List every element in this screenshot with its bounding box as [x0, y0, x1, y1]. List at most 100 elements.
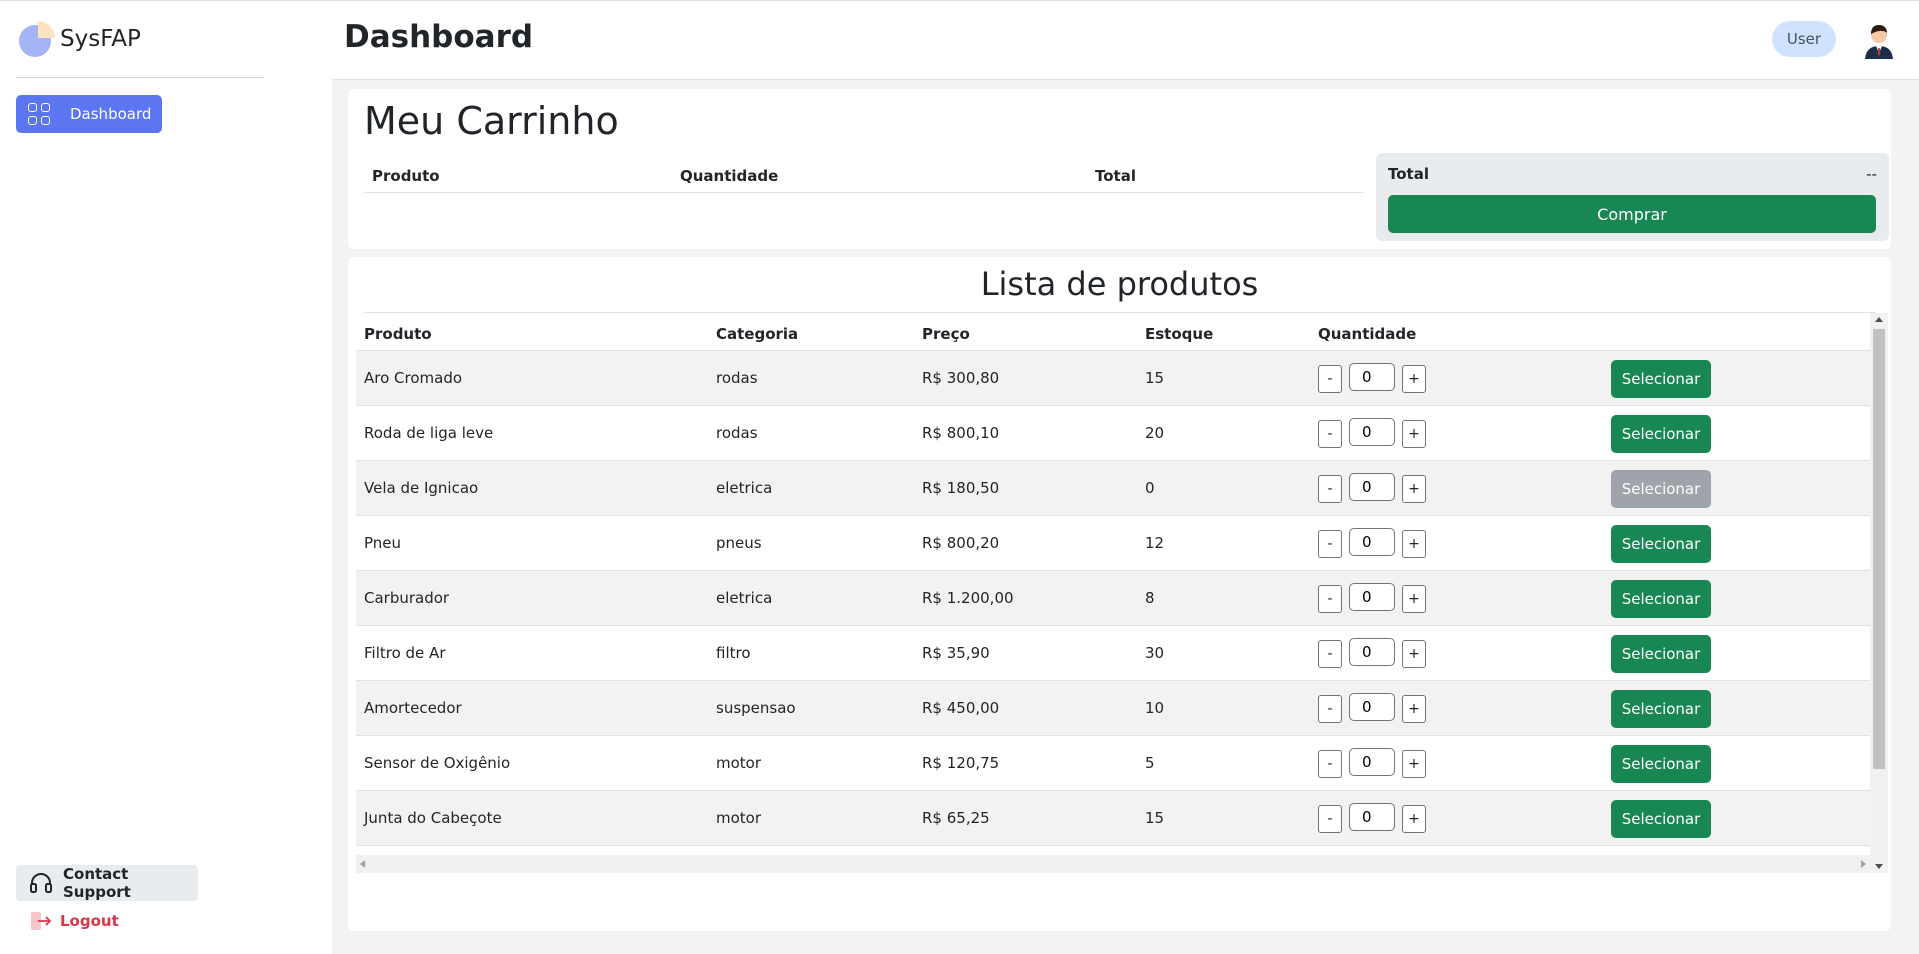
quantity-increment-button[interactable]: +: [1402, 365, 1426, 393]
logout-icon: [30, 911, 52, 931]
product-price: R$ 800,20: [922, 534, 1000, 552]
table-row: Carburador eletrica R$ 1.200,00 8 - + Selecion…: [356, 571, 1870, 626]
quantity-input[interactable]: [1349, 363, 1395, 391]
grid-icon: [28, 103, 50, 125]
product-price: R$ 800,10: [922, 424, 1000, 442]
quantity-increment-button[interactable]: +: [1402, 420, 1426, 448]
quantity-input[interactable]: [1349, 528, 1395, 556]
user-badge[interactable]: User: [1772, 21, 1836, 57]
table-row: -+Selecionar: [356, 846, 1870, 855]
quantity-increment-button[interactable]: +: [1402, 695, 1426, 723]
top-bar: Dashboard User: [332, 1, 1919, 80]
sidebar-item-dashboard[interactable]: Dashboard: [16, 95, 162, 133]
product-name: Amortecedor: [364, 699, 462, 717]
products-table-header: Produto Categoria Preço Estoque Quantida…: [356, 313, 1870, 351]
quantity-decrement-button[interactable]: -: [1318, 530, 1342, 558]
buy-button[interactable]: Comprar: [1388, 195, 1876, 233]
product-stock: 8: [1145, 589, 1155, 607]
horizontal-scrollbar[interactable]: [356, 855, 1870, 873]
table-row: Filtro de Ar filtro R$ 35,90 30 - + Selecionar: [356, 626, 1870, 681]
cart-column-quantity: Quantidade: [680, 167, 779, 185]
quantity-input[interactable]: [1349, 473, 1395, 501]
vertical-scrollbar[interactable]: [1870, 313, 1888, 873]
main-content: Dashboard User Meu Carrinho Produto Quan…: [332, 1, 1919, 954]
table-row: Roda de liga leve rodas R$ 800,10 20 - + Selec…: [356, 406, 1870, 461]
product-category: filtro: [716, 644, 751, 662]
quantity-increment-button[interactable]: +: [1402, 530, 1426, 558]
product-name: Aro Cromado: [364, 369, 463, 387]
scroll-right-icon[interactable]: [1861, 860, 1866, 868]
products-table-body[interactable]: Aro CromadorodasR$ 300,8015-+SelecionarR…: [356, 351, 1870, 855]
scrollbar-thumb[interactable]: [1873, 329, 1885, 769]
product-category: rodas: [716, 369, 758, 387]
product-category: motor: [716, 754, 762, 772]
products-card: Lista de produtos Produto Categoria Preç…: [348, 257, 1891, 931]
column-category: Categoria: [716, 325, 799, 343]
select-product-button[interactable]: Selecionar: [1611, 415, 1711, 453]
cart-title: Meu Carrinho: [364, 99, 619, 143]
scroll-left-icon[interactable]: [360, 860, 365, 868]
quantity-decrement-button[interactable]: -: [1318, 805, 1342, 833]
user-avatar-icon[interactable]: [1860, 21, 1898, 59]
table-row: Junta do Cabeçote motor R$ 65,25 15 - + Seleci…: [356, 791, 1870, 846]
quantity-input[interactable]: [1349, 418, 1395, 446]
quantity-decrement-button[interactable]: -: [1318, 640, 1342, 668]
quantity-increment-button[interactable]: +: [1402, 585, 1426, 613]
product-name: Sensor de Oxigênio: [364, 754, 511, 772]
product-stock: 12: [1145, 534, 1165, 552]
table-row: Aro Cromado rodas R$ 300,80 15 - + Selecionar: [356, 351, 1870, 406]
select-product-button[interactable]: Selecionar: [1611, 360, 1711, 398]
select-product-button[interactable]: Selecionar: [1611, 525, 1711, 563]
quantity-decrement-button[interactable]: -: [1318, 585, 1342, 613]
products-title: Lista de produtos: [364, 265, 1875, 313]
cart-table-header: Produto Quantidade Total: [364, 159, 1363, 193]
scroll-up-icon[interactable]: [1875, 317, 1883, 322]
quantity-increment-button[interactable]: +: [1402, 640, 1426, 668]
pie-chart-logo-icon: [16, 18, 58, 60]
product-stock: 5: [1145, 754, 1155, 772]
contact-support-button[interactable]: Contact Support: [16, 865, 198, 901]
product-price: R$ 120,75: [922, 754, 1000, 772]
table-row: Amortecedor suspensao R$ 450,00 10 - + Selecio…: [356, 681, 1870, 736]
quantity-input[interactable]: [1349, 583, 1395, 611]
quantity-increment-button[interactable]: +: [1402, 805, 1426, 833]
quantity-decrement-button[interactable]: -: [1318, 475, 1342, 503]
product-stock: 30: [1145, 644, 1165, 662]
product-category: eletrica: [716, 589, 773, 607]
products-table: Produto Categoria Preço Estoque Quantida…: [356, 313, 1891, 875]
quantity-input[interactable]: [1349, 693, 1395, 721]
quantity-decrement-button[interactable]: -: [1318, 750, 1342, 778]
select-product-button[interactable]: Selecionar: [1611, 745, 1711, 783]
quantity-decrement-button[interactable]: -: [1318, 365, 1342, 393]
select-product-button[interactable]: Selecionar: [1611, 580, 1711, 618]
product-name: Roda de liga leve: [364, 424, 494, 442]
headset-icon: [29, 872, 53, 894]
product-category: eletrica: [716, 479, 773, 497]
page-title: Dashboard: [344, 19, 534, 55]
product-price: R$ 450,00: [922, 699, 1000, 717]
quantity-input[interactable]: [1349, 748, 1395, 776]
quantity-input[interactable]: [1349, 803, 1395, 831]
scroll-down-icon[interactable]: [1875, 864, 1883, 869]
logout-button[interactable]: Logout: [30, 907, 119, 935]
quantity-input[interactable]: [1349, 638, 1395, 666]
quantity-increment-button[interactable]: +: [1402, 475, 1426, 503]
table-row: Vela de Ignicao eletrica R$ 180,50 0 - + Selec…: [356, 461, 1870, 516]
cart-summary: Total -- Comprar: [1376, 153, 1889, 241]
select-product-button[interactable]: Selecionar: [1611, 800, 1711, 838]
product-category: rodas: [716, 424, 758, 442]
quantity-decrement-button[interactable]: -: [1318, 695, 1342, 723]
sidebar-divider: [16, 77, 264, 78]
select-product-button[interactable]: Selecionar: [1611, 690, 1711, 728]
brand[interactable]: SysFAP: [16, 17, 141, 61]
summary-total-value: --: [1866, 165, 1877, 183]
product-name: Carburador: [364, 589, 450, 607]
select-product-button[interactable]: Selecionar: [1611, 635, 1711, 673]
quantity-increment-button[interactable]: +: [1402, 750, 1426, 778]
quantity-decrement-button[interactable]: -: [1318, 420, 1342, 448]
column-price: Preço: [922, 325, 970, 343]
product-price: R$ 300,80: [922, 369, 1000, 387]
summary-total-label: Total: [1388, 165, 1429, 183]
sidebar-item-label: Dashboard: [70, 105, 152, 123]
logout-label: Logout: [60, 912, 119, 930]
